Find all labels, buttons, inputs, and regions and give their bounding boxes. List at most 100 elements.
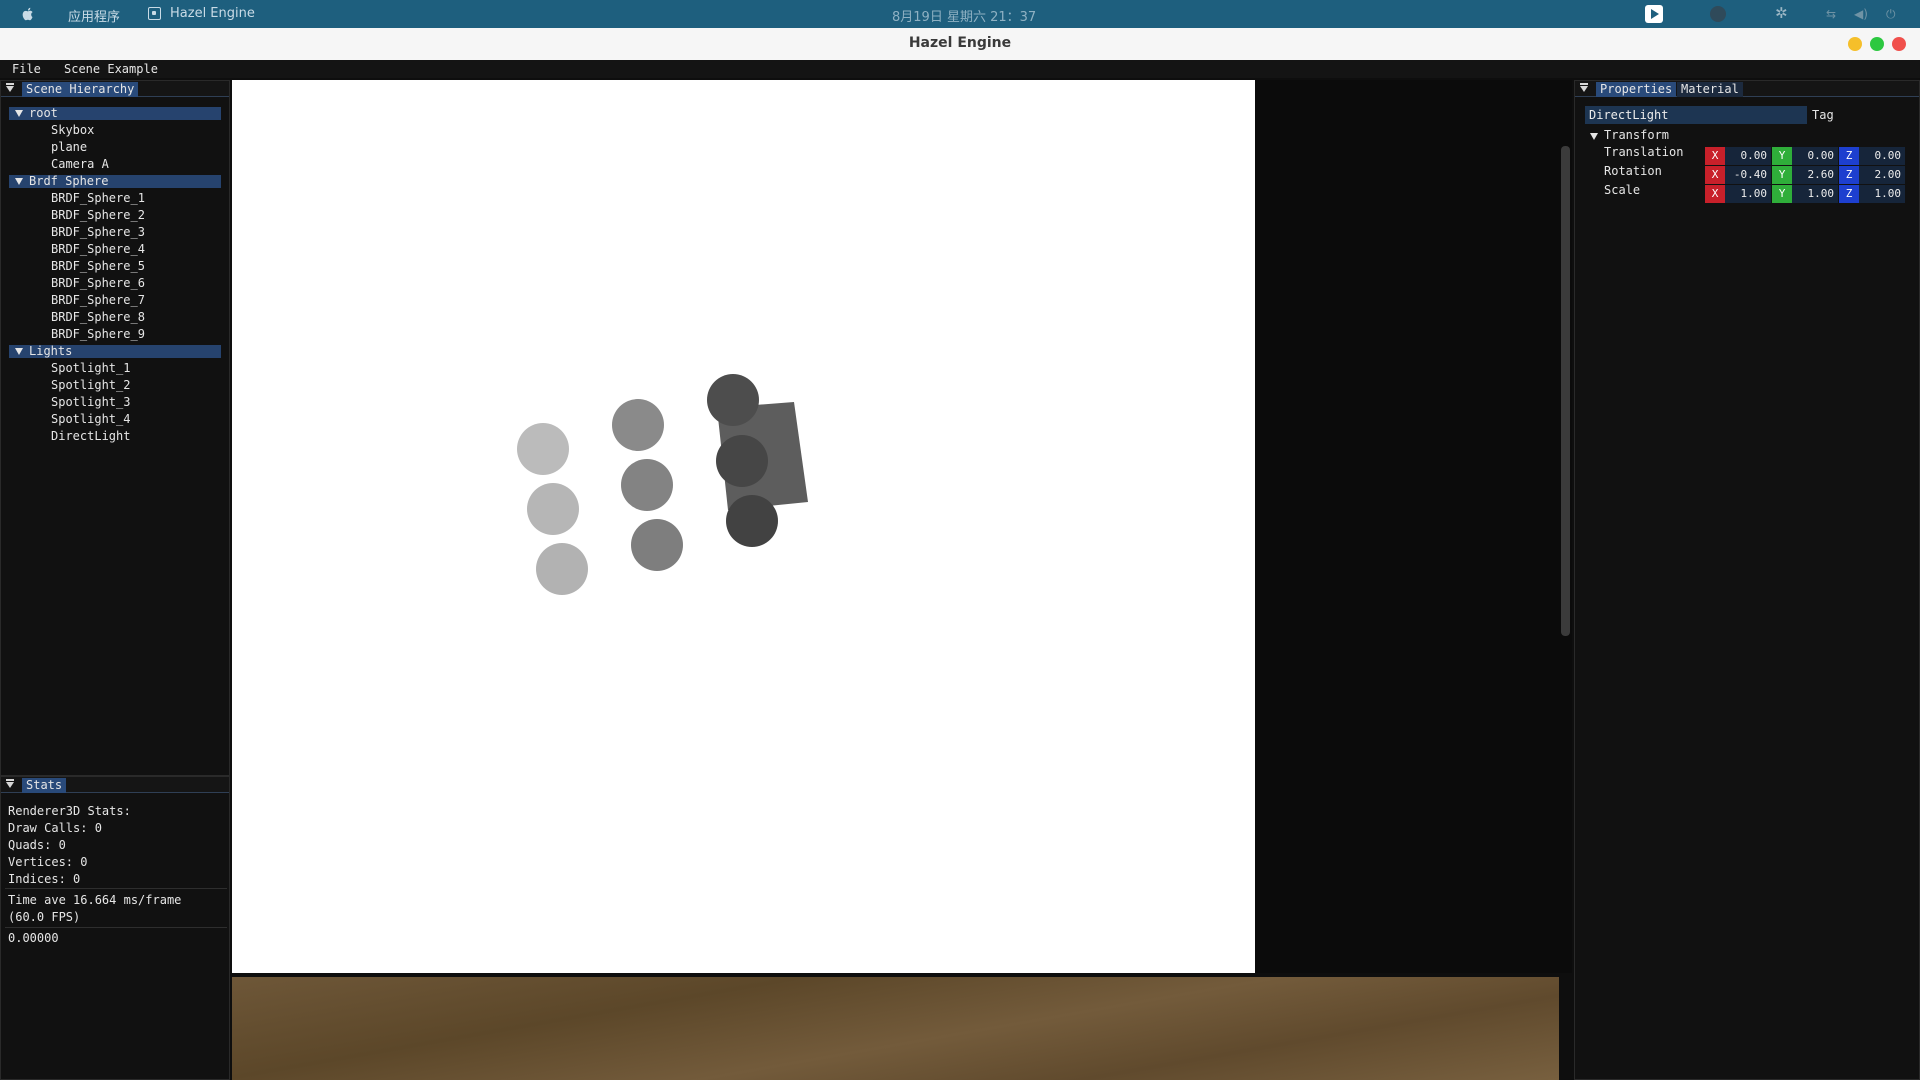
- scene-viewport[interactable]: [232, 80, 1255, 973]
- stats-line-5: Indices: 0: [8, 872, 81, 886]
- menu-bar: File Scene Example: [0, 60, 1920, 78]
- rotation-y-field[interactable]: 2.60: [1792, 166, 1838, 184]
- volume-icon[interactable]: ◀): [1854, 7, 1872, 25]
- collapse-icon[interactable]: [6, 779, 14, 788]
- tab-properties[interactable]: Properties: [1596, 82, 1677, 97]
- divider: [5, 888, 227, 889]
- stats-panel: Stats Renderer3D Stats: Draw Calls: 0 Qu…: [0, 776, 230, 1080]
- tree-item-brdf-sphere-3[interactable]: BRDF_Sphere_3: [51, 225, 145, 239]
- tree-item-brdf-sphere-6[interactable]: BRDF_Sphere_6: [51, 276, 145, 290]
- tree-item-spotlight-4[interactable]: Spotlight_4: [51, 412, 130, 426]
- menu-scene-example[interactable]: Scene Example: [64, 62, 158, 76]
- axis-y-button[interactable]: Y: [1772, 147, 1792, 165]
- tab-stats[interactable]: Stats: [22, 778, 67, 793]
- tree-label-root: root: [29, 106, 58, 120]
- collapse-icon[interactable]: [1580, 83, 1588, 92]
- sphere-object: [621, 459, 673, 511]
- sphere-object: [517, 423, 569, 475]
- scene-hierarchy-panel: Scene Hierarchy root Skybox plane Camera…: [0, 80, 230, 776]
- maximize-button[interactable]: [1870, 37, 1884, 51]
- menu-file[interactable]: File: [12, 62, 41, 76]
- sphere-object: [612, 399, 664, 451]
- stats-header: Stats: [1, 777, 229, 793]
- gear-icon[interactable]: ✲: [1775, 4, 1793, 22]
- sphere-object: [527, 483, 579, 535]
- scale-label: Scale: [1604, 183, 1641, 197]
- tree-item-brdf-sphere-7[interactable]: BRDF_Sphere_7: [51, 293, 145, 307]
- tree-item-spotlight-3[interactable]: Spotlight_3: [51, 395, 130, 409]
- tag-label: Tag: [1812, 108, 1834, 122]
- tree-item-brdf-sphere-2[interactable]: BRDF_Sphere_2: [51, 208, 145, 222]
- axis-z-button[interactable]: Z: [1839, 185, 1859, 203]
- properties-header: Properties Material: [1575, 81, 1919, 97]
- translation-z-field[interactable]: 0.00: [1859, 147, 1905, 165]
- sphere-object: [726, 495, 778, 547]
- axis-y-button[interactable]: Y: [1772, 166, 1792, 184]
- tree-item-brdf-sphere-4[interactable]: BRDF_Sphere_4: [51, 242, 145, 256]
- tree-label-lights: Lights: [29, 344, 73, 358]
- system-bar: 应用程序 Hazel Engine 8月19日 星期六 21：37 ✲ ⇆ ◀)…: [0, 0, 1920, 28]
- tree-item-plane[interactable]: plane: [51, 140, 87, 154]
- translation-x-field[interactable]: 0.00: [1725, 147, 1771, 165]
- stats-value: 0.00000: [8, 931, 59, 945]
- sphere-object: [716, 435, 768, 487]
- tree-item-skybox[interactable]: Skybox: [51, 123, 94, 137]
- tree-item-brdf-sphere-8[interactable]: BRDF_Sphere_8: [51, 310, 145, 324]
- axis-x-button[interactable]: X: [1705, 185, 1725, 203]
- collapse-icon[interactable]: [6, 83, 14, 92]
- rotation-z-field[interactable]: 2.00: [1859, 166, 1905, 184]
- viewport-empty-area: [1255, 80, 1572, 973]
- tree-item-directlight[interactable]: DirectLight: [51, 429, 130, 443]
- floor-render: [232, 977, 1559, 1080]
- scale-z-field[interactable]: 1.00: [1859, 185, 1905, 203]
- expand-arrow-icon[interactable]: [15, 178, 23, 185]
- fps: (60.0 FPS): [8, 910, 81, 924]
- tree-label-brdf-sphere: Brdf Sphere: [29, 174, 109, 188]
- minimize-button[interactable]: [1848, 37, 1862, 51]
- window-title-bar: Hazel Engine: [0, 28, 1920, 60]
- tree-item-spotlight-2[interactable]: Spotlight_2: [51, 378, 130, 392]
- translation-label: Translation: [1604, 145, 1684, 159]
- close-button[interactable]: [1892, 37, 1906, 51]
- sphere-object: [631, 519, 683, 571]
- divider: [5, 927, 227, 928]
- apple-icon[interactable]: [20, 6, 36, 22]
- applications-menu[interactable]: 应用程序: [68, 6, 120, 25]
- expand-arrow-icon[interactable]: [15, 348, 23, 355]
- stats-line-1: Renderer3D Stats:: [8, 804, 131, 818]
- window-title: Hazel Engine: [908, 35, 1012, 51]
- axis-z-button[interactable]: Z: [1839, 166, 1859, 184]
- axis-y-button[interactable]: Y: [1772, 185, 1792, 203]
- sync-icon[interactable]: [1710, 6, 1726, 22]
- translation-y-field[interactable]: 0.00: [1792, 147, 1838, 165]
- tree-item-camera-a[interactable]: Camera A: [51, 157, 109, 171]
- viewport-scrollbar[interactable]: [1561, 146, 1570, 636]
- play-icon[interactable]: [1645, 5, 1663, 23]
- expand-arrow-icon[interactable]: [15, 110, 23, 117]
- transform-header[interactable]: Transform: [1604, 128, 1669, 142]
- tab-scene-hierarchy[interactable]: Scene Hierarchy: [22, 82, 139, 97]
- network-icon[interactable]: ⇆: [1826, 7, 1844, 25]
- scene-render: [517, 374, 808, 595]
- sphere-object: [707, 374, 759, 426]
- tab-material[interactable]: Material: [1677, 82, 1743, 97]
- tree-item-spotlight-1[interactable]: Spotlight_1: [51, 361, 130, 375]
- app-icon: [148, 7, 161, 20]
- tree-item-brdf-sphere-9[interactable]: BRDF_Sphere_9: [51, 327, 145, 341]
- rotation-x-field[interactable]: -0.40: [1725, 166, 1771, 184]
- sphere-object: [536, 543, 588, 595]
- expand-arrow-icon[interactable]: [1590, 133, 1598, 140]
- stats-line-2: Draw Calls: 0: [8, 821, 102, 835]
- power-icon[interactable]: ⏻: [1886, 7, 1904, 25]
- axis-x-button[interactable]: X: [1705, 147, 1725, 165]
- clock[interactable]: 8月19日 星期六 21：37: [892, 6, 1036, 25]
- scale-y-field[interactable]: 1.00: [1792, 185, 1838, 203]
- properties-panel: Properties Material DirectLight Tag Tran…: [1574, 80, 1920, 1080]
- entity-name-input[interactable]: DirectLight: [1585, 106, 1807, 124]
- axis-x-button[interactable]: X: [1705, 166, 1725, 184]
- active-app-name[interactable]: Hazel Engine: [170, 6, 255, 21]
- scale-x-field[interactable]: 1.00: [1725, 185, 1771, 203]
- tree-item-brdf-sphere-5[interactable]: BRDF_Sphere_5: [51, 259, 145, 273]
- axis-z-button[interactable]: Z: [1839, 147, 1859, 165]
- tree-item-brdf-sphere-1[interactable]: BRDF_Sphere_1: [51, 191, 145, 205]
